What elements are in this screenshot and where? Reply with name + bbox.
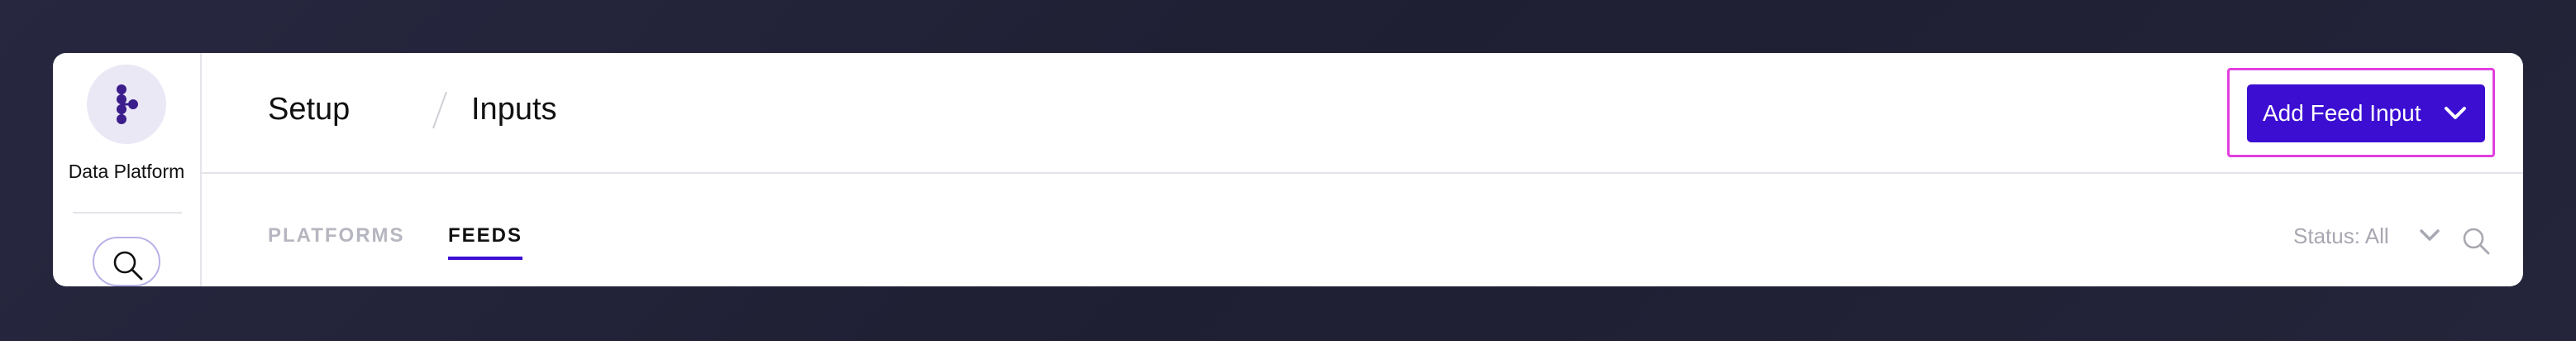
tab-platforms[interactable]: PLATFORMS <box>268 223 405 248</box>
sidebar-divider <box>73 212 182 214</box>
active-tab-indicator <box>448 257 523 260</box>
app-name: Data Platform <box>68 161 185 182</box>
breadcrumb-setup[interactable]: Setup <box>268 91 350 127</box>
tab-platforms-label: PLATFORMS <box>268 224 405 247</box>
sidebar-search-button[interactable] <box>93 237 160 286</box>
app-window: Data Platform Setup Inputs PLATFORMS FEE… <box>53 53 2523 286</box>
chevron-down-icon <box>2420 229 2440 241</box>
status-filter-dropdown[interactable]: Status: All <box>2293 223 2440 248</box>
breadcrumb-separator <box>432 91 447 129</box>
tab-feeds[interactable]: FEEDS <box>448 223 523 260</box>
search-icon <box>113 251 143 281</box>
search-icon[interactable] <box>2460 225 2493 258</box>
sidebar: Data Platform <box>53 53 202 286</box>
tab-bar: PLATFORMS FEEDS Status: All <box>202 174 2523 286</box>
add-feed-input-label: Add Feed Input <box>2263 100 2421 126</box>
app-logo[interactable] <box>87 65 166 144</box>
chevron-down-icon <box>2445 107 2466 119</box>
breadcrumb-inputs: Inputs <box>471 92 557 127</box>
page-header: Setup Inputs <box>202 53 2523 174</box>
status-filter-label: Status: All <box>2293 223 2389 248</box>
add-feed-input-button[interactable]: Add Feed Input <box>2247 84 2485 142</box>
data-platform-logo-icon <box>117 84 138 124</box>
tab-feeds-label: FEEDS <box>448 224 523 247</box>
